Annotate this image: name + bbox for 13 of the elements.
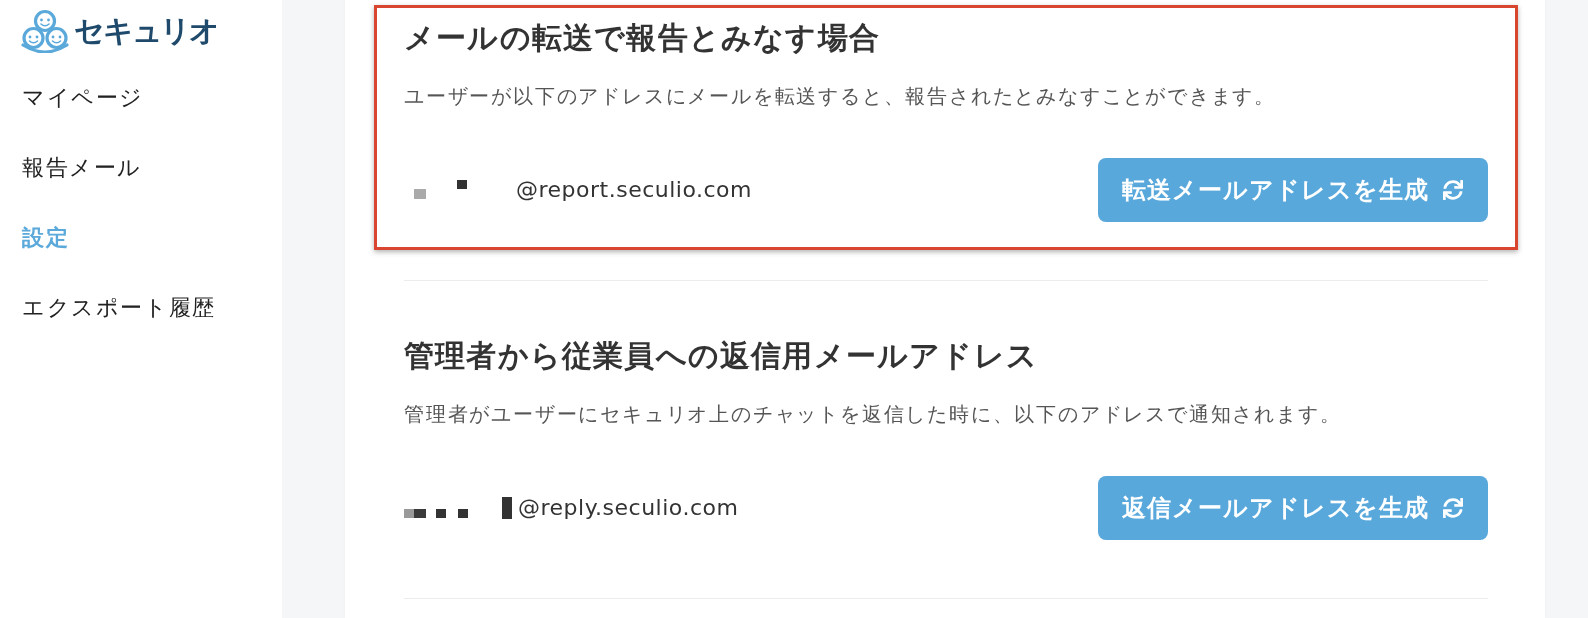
section-title: 管理者から従業員への返信用メールアドレス (404, 338, 1039, 374)
section-description: ユーザーが以下のアドレスにメールを転送すると、報告されたとみなすことができます。 (404, 83, 1277, 109)
email-address: @report.seculio.com (516, 176, 752, 204)
refresh-icon (1443, 180, 1463, 200)
email-address: @reply.seculio.com (518, 494, 739, 522)
nav-link[interactable]: エクスポート履歴 (20, 273, 216, 343)
section-description: 管理者がユーザーにセキュリオ上のチャットを返信した時に、以下のアドレスで通知されます。 (404, 401, 1343, 427)
nav-link[interactable]: 報告メール (20, 133, 142, 203)
nav-link[interactable]: マイページ (20, 63, 144, 133)
refresh-icon (1443, 498, 1463, 518)
logo-text: セキュリオ (74, 12, 218, 50)
logo-icon (20, 9, 70, 53)
section-title: メールの転送で報告とみなす場合 (404, 20, 881, 56)
